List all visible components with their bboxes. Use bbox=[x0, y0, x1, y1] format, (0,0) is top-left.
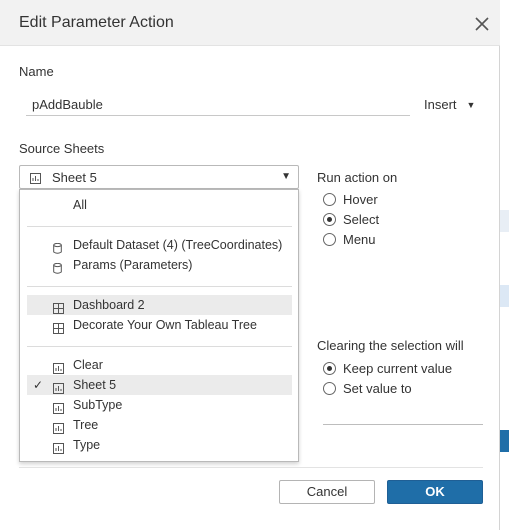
dropdown-item-sheet[interactable]: Tree bbox=[27, 415, 292, 435]
dashboard-icon bbox=[53, 320, 64, 340]
radio-circle-selected bbox=[323, 362, 336, 375]
name-label: Name bbox=[19, 64, 54, 79]
radio-label: Hover bbox=[343, 192, 378, 207]
radio-label: Menu bbox=[343, 232, 376, 247]
dropdown-divider bbox=[27, 346, 292, 347]
ok-button[interactable]: OK bbox=[387, 480, 483, 504]
datasource-icon bbox=[53, 260, 62, 280]
insert-label: Insert bbox=[424, 97, 457, 112]
dropdown-item-datasource[interactable]: Default Dataset (4) (TreeCoordinates) bbox=[27, 235, 292, 255]
radio-label: Keep current value bbox=[343, 361, 453, 376]
close-icon[interactable] bbox=[472, 14, 492, 34]
sheet-icon bbox=[30, 172, 41, 187]
set-value-field[interactable] bbox=[323, 424, 483, 425]
dropdown-item-label: SubType bbox=[73, 398, 123, 412]
footer-divider bbox=[19, 467, 483, 468]
insert-dropdown[interactable]: Insert ▼ bbox=[424, 97, 475, 112]
name-field[interactable]: pAddBauble bbox=[26, 96, 410, 116]
dialog-title: Edit Parameter Action bbox=[19, 14, 174, 31]
radio-circle bbox=[323, 382, 336, 395]
checkmark-icon: ✓ bbox=[33, 378, 44, 392]
background-band bbox=[500, 210, 509, 232]
radio-circle bbox=[323, 233, 336, 246]
dialog-title-bar: Edit Parameter Action bbox=[0, 0, 500, 46]
radio-circle bbox=[323, 193, 336, 206]
dropdown-item-sheet[interactable]: Type bbox=[27, 435, 292, 455]
radio-circle-selected bbox=[323, 213, 336, 226]
dropdown-divider bbox=[27, 286, 292, 287]
edit-parameter-action-dialog: Edit Parameter Action Name pAddBauble In… bbox=[0, 0, 500, 530]
cancel-button[interactable]: Cancel bbox=[279, 480, 375, 504]
background-band bbox=[500, 430, 509, 452]
source-selected-value: Sheet 5 bbox=[52, 170, 97, 185]
dropdown-item-dashboard[interactable]: Dashboard 2 bbox=[27, 295, 292, 315]
clearing-selection-label: Clearing the selection will bbox=[317, 338, 464, 353]
source-sheets-select[interactable]: Sheet 5 ▼ bbox=[19, 165, 299, 189]
dropdown-item-label: Sheet 5 bbox=[73, 378, 117, 392]
source-sheets-dropdown: All Default Dataset (4) (TreeCoordinates… bbox=[19, 189, 299, 462]
dropdown-item-label: Default Dataset (4) (TreeCoordinates) bbox=[73, 238, 283, 252]
dropdown-item-all[interactable]: All bbox=[27, 195, 292, 215]
dropdown-item-label: Clear bbox=[73, 358, 103, 372]
dropdown-item-sheet[interactable]: Clear bbox=[27, 355, 292, 375]
source-sheets-label: Source Sheets bbox=[19, 141, 105, 156]
dropdown-divider bbox=[27, 226, 292, 227]
dropdown-item-datasource[interactable]: Params (Parameters) bbox=[27, 255, 292, 275]
run-action-label: Run action on bbox=[317, 170, 398, 185]
background-workspace bbox=[500, 0, 509, 530]
dropdown-item-dashboard[interactable]: Decorate Your Own Tableau Tree bbox=[27, 315, 292, 335]
caret-down-icon: ▼ bbox=[466, 100, 476, 110]
dropdown-item-sheet-selected[interactable]: ✓ Sheet 5 bbox=[27, 375, 292, 395]
dropdown-item-label: Params (Parameters) bbox=[73, 258, 193, 272]
radio-label: Select bbox=[343, 212, 380, 227]
dropdown-item-label: Decorate Your Own Tableau Tree bbox=[73, 318, 257, 332]
background-band bbox=[500, 285, 509, 307]
dropdown-item-label: All bbox=[73, 198, 87, 212]
dropdown-item-label: Type bbox=[73, 438, 101, 452]
radio-label: Set value to bbox=[343, 381, 412, 396]
dropdown-item-label: Dashboard 2 bbox=[73, 298, 145, 312]
sheet-icon bbox=[53, 440, 64, 460]
dropdown-item-sheet[interactable]: SubType bbox=[27, 395, 292, 415]
caret-down-icon: ▼ bbox=[281, 171, 291, 182]
dropdown-item-label: Tree bbox=[73, 418, 99, 432]
